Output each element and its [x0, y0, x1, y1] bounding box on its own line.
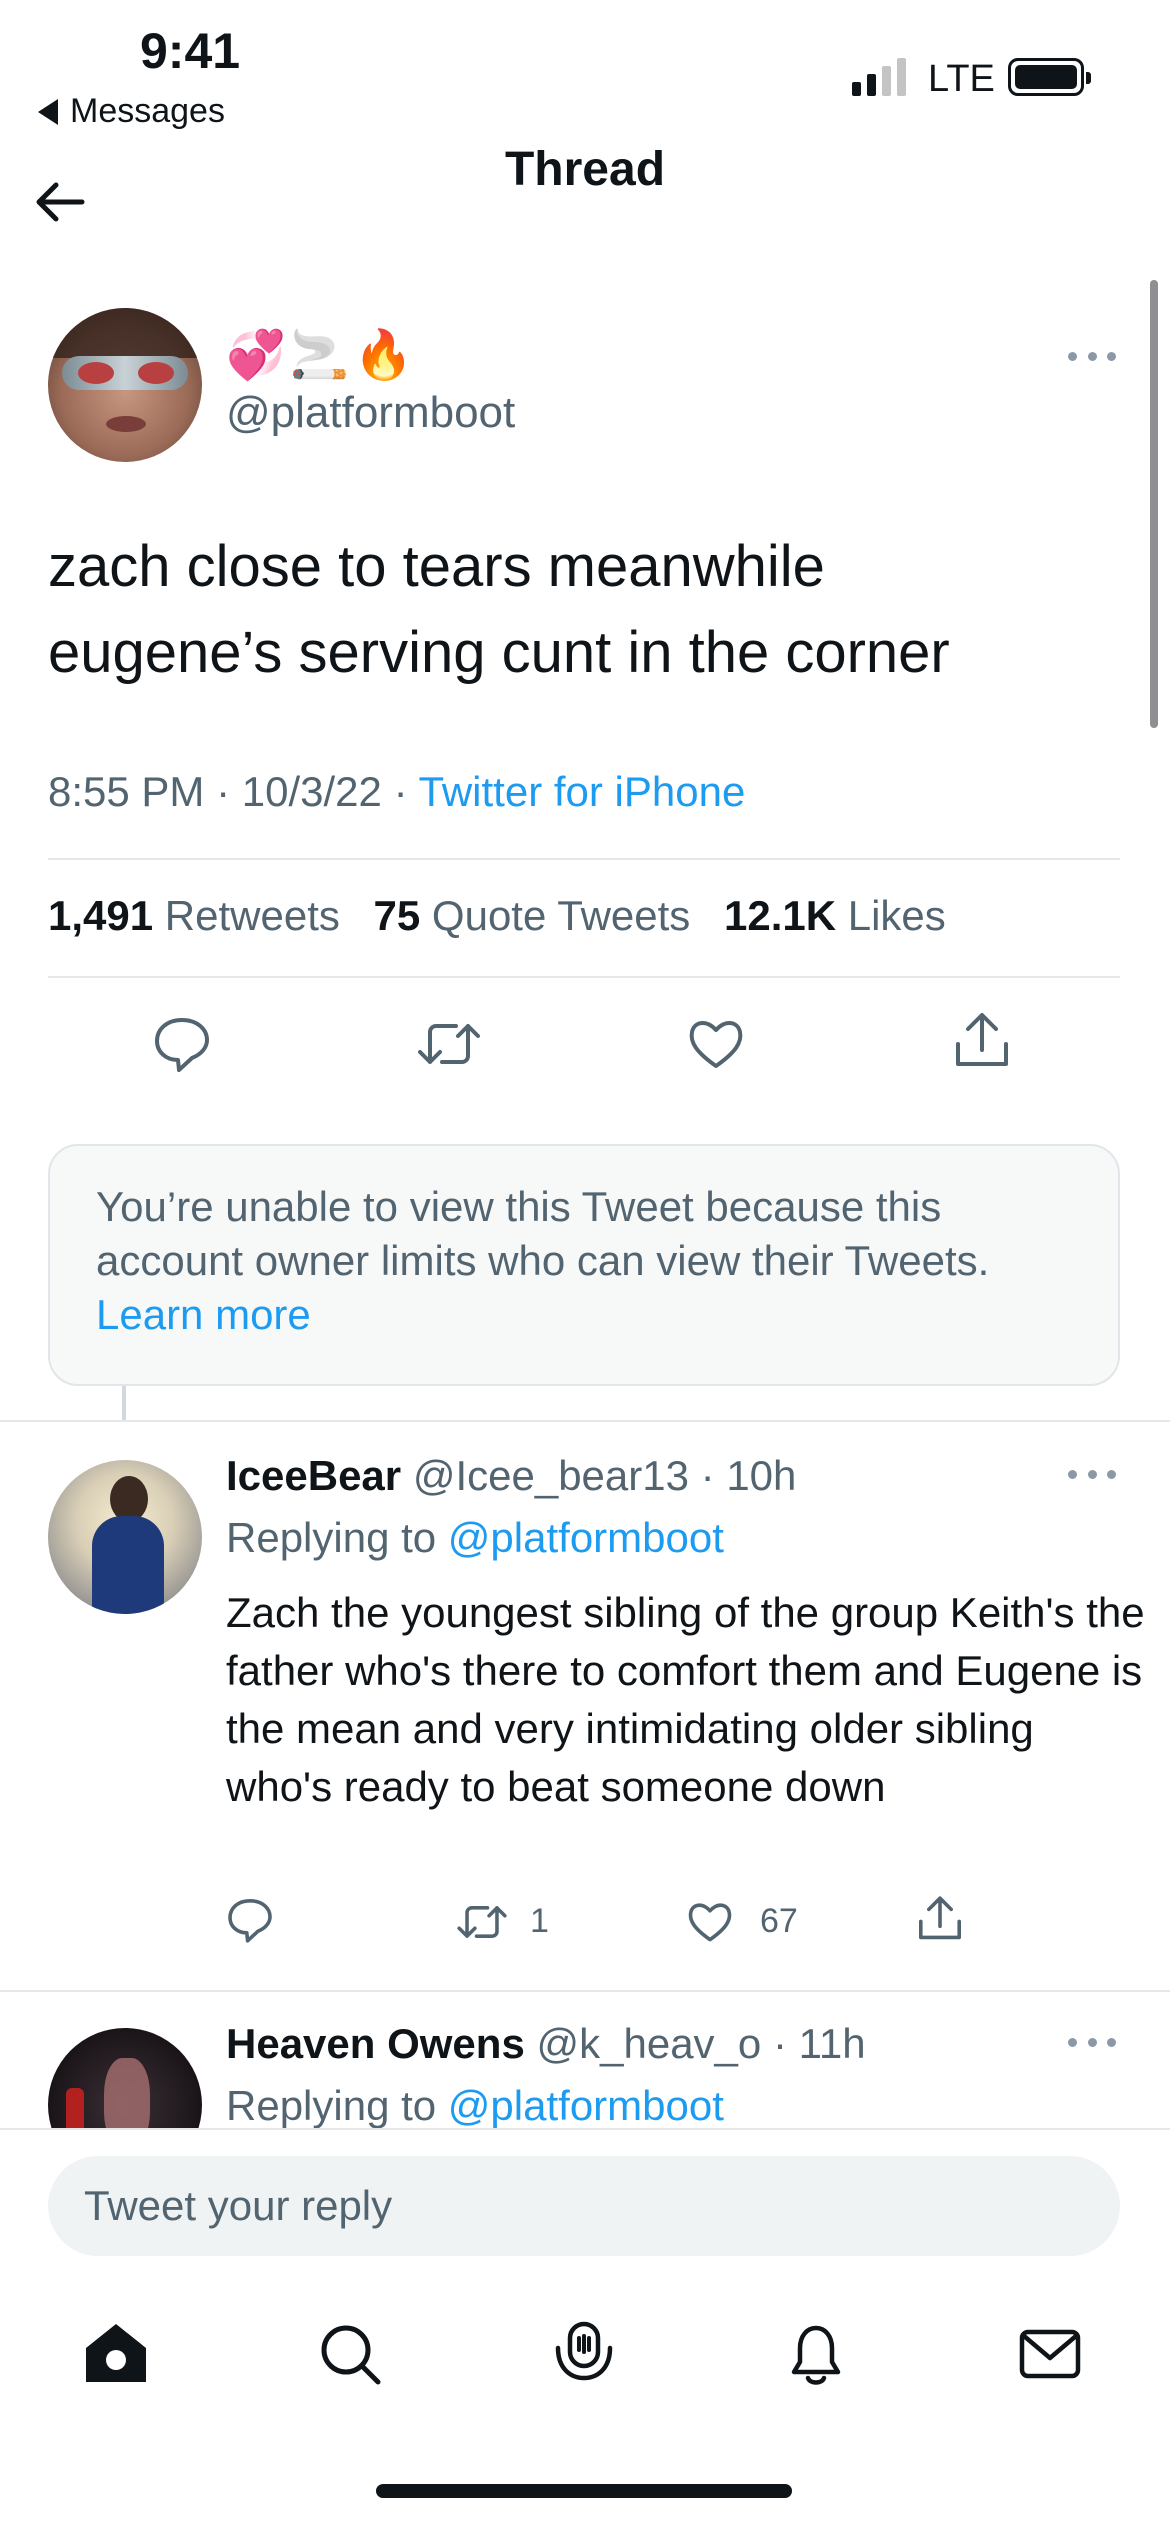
tweet-meta: 8:55 PM · 10/3/22 · Twitter for iPhone [48, 768, 745, 816]
home-icon[interactable] [80, 2318, 152, 2395]
reply-header: IceeBear @Icee_bear13 · 10h [226, 1452, 797, 1499]
like-icon[interactable] [686, 1898, 734, 1946]
more-options-icon[interactable] [1068, 352, 1116, 364]
tweet-date: 10/3/22 [241, 768, 382, 815]
home-indicator[interactable] [376, 2484, 792, 2498]
divider [0, 1420, 1170, 1422]
tweet-stats: 1,491 Retweets 75 Quote Tweets 12.1K Lik… [48, 892, 946, 940]
reply-time: 11h [798, 2020, 866, 2067]
share-icon[interactable] [916, 1894, 964, 1944]
divider [0, 1990, 1170, 1992]
spaces-icon[interactable] [548, 2318, 620, 2395]
retweet-icon[interactable] [456, 1898, 508, 1946]
like-count: 67 [760, 1902, 798, 1940]
scrollbar[interactable] [1150, 280, 1158, 728]
mention-link[interactable]: @platformboot [448, 1514, 724, 1561]
reply-text: Zach the youngest sibling of the group K… [226, 1589, 1145, 1810]
divider [48, 858, 1120, 860]
reply-input[interactable] [84, 2182, 1120, 2230]
notice-text: You’re unable to view this Tweet because… [96, 1183, 990, 1284]
search-icon[interactable] [314, 2318, 386, 2395]
like-icon[interactable] [686, 1014, 746, 1074]
notifications-icon[interactable] [780, 2318, 852, 2395]
back-app-label: Messages [70, 92, 225, 130]
learn-more-link[interactable]: Learn more [96, 1288, 1072, 1342]
likes-stat[interactable]: 12.1K Likes [724, 892, 946, 939]
display-name[interactable]: 💞🚬🔥 [226, 326, 417, 383]
separator: · [216, 768, 231, 815]
divider [48, 976, 1120, 978]
quotes-stat[interactable]: 75 Quote Tweets [374, 892, 691, 939]
replying-to: Replying to @platformboot [226, 2082, 724, 2129]
more-options-icon[interactable] [1068, 2038, 1116, 2050]
user-handle[interactable]: @platformboot [226, 388, 515, 438]
reply-time: 10h [726, 1452, 797, 1499]
tweet-text-line: zach close to tears meanwhile [48, 534, 825, 599]
cellular-signal-icon [852, 56, 906, 96]
mention-link[interactable]: @platformboot [448, 2082, 724, 2129]
separator: · [393, 768, 408, 815]
share-icon[interactable] [952, 1010, 1012, 1072]
retweet-icon[interactable] [416, 1014, 482, 1074]
reply-author-handle[interactable]: @k_heav_o [536, 2020, 761, 2067]
reply-author-handle[interactable]: @Icee_bear13 [413, 1452, 689, 1499]
more-options-icon[interactable] [1068, 1470, 1116, 1482]
reply-author-name[interactable]: IceeBear [226, 1452, 401, 1499]
tweet-time: 8:55 PM [48, 768, 205, 815]
tweet-text: zach close to tears meanwhile eugene’s s… [48, 524, 1118, 696]
status-time: 9:41 [140, 23, 241, 79]
back-triangle-icon [38, 98, 58, 125]
replying-to: Replying to @platformboot [226, 1514, 724, 1561]
tweet-source-link[interactable]: Twitter for iPhone [419, 768, 746, 815]
retweets-stat[interactable]: 1,491 Retweets [48, 892, 340, 939]
avatar[interactable] [48, 308, 202, 462]
avatar[interactable] [48, 1460, 202, 1614]
tweet-text-line: eugene’s serving cunt in the corner [48, 620, 950, 685]
reply-icon[interactable] [226, 1896, 274, 1944]
page-title: Thread [504, 143, 666, 196]
network-type: LTE [928, 58, 995, 100]
divider [0, 2128, 1170, 2130]
reply-composer[interactable] [48, 2156, 1120, 2256]
back-to-app-link[interactable]: Messages [38, 92, 225, 131]
limited-tweet-notice: You’re unable to view this Tweet because… [48, 1144, 1120, 1386]
thread-connector [122, 1386, 126, 1420]
reply-icon[interactable] [152, 1014, 212, 1074]
messages-icon[interactable] [1014, 2318, 1086, 2395]
reply-header: Heaven Owens @k_heav_o · 11h [226, 2020, 866, 2067]
reply-author-name[interactable]: Heaven Owens [226, 2020, 525, 2067]
battery-icon [1008, 58, 1091, 96]
retweet-count: 1 [530, 1902, 549, 1940]
